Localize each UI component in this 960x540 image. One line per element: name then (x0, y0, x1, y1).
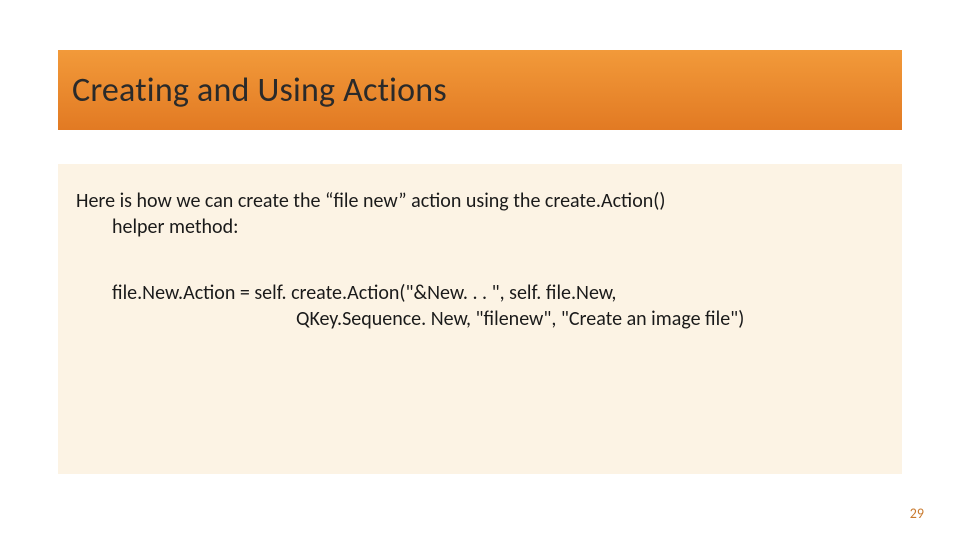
content-body: Here is how we can create the “file new”… (58, 164, 902, 474)
code-block: file.New.Action = self. create.Action("&… (76, 280, 884, 332)
page-number: 29 (910, 505, 924, 522)
title-bar: Creating and Using Actions (58, 50, 902, 130)
code-line-2: QKey.Sequence. New, "filenew", "Create a… (112, 306, 884, 332)
intro-paragraph: Here is how we can create the “file new”… (76, 188, 884, 240)
slide-title: Creating and Using Actions (72, 70, 447, 111)
code-line-1: file.New.Action = self. create.Action("&… (112, 280, 884, 306)
slide: Creating and Using Actions Here is how w… (0, 0, 960, 540)
intro-line-1: Here is how we can create the “file new”… (76, 188, 884, 214)
intro-line-2: helper method: (76, 214, 884, 240)
